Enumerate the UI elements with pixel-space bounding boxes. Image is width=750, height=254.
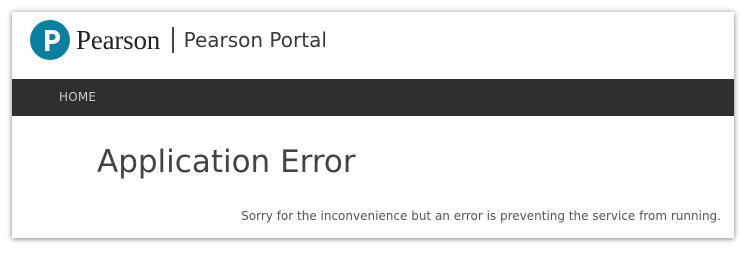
page-title: Application Error xyxy=(97,144,356,180)
nav-item-home[interactable]: HOME xyxy=(59,90,96,104)
pearson-logo-icon xyxy=(30,20,70,60)
site-header: Pearson Pearson Portal xyxy=(12,12,734,79)
main-content: Application Error Sorry for the inconven… xyxy=(12,116,734,238)
brand-name: Pearson xyxy=(76,24,161,55)
portal-title: Pearson Portal xyxy=(183,28,327,52)
error-message: Sorry for the inconvenience but an error… xyxy=(241,209,721,223)
pearson-logo[interactable]: Pearson Pearson Portal xyxy=(30,19,327,61)
header-divider xyxy=(172,27,174,53)
browser-page-frame: Pearson Pearson Portal HOME Application … xyxy=(12,12,734,238)
main-navbar: HOME xyxy=(12,79,734,116)
